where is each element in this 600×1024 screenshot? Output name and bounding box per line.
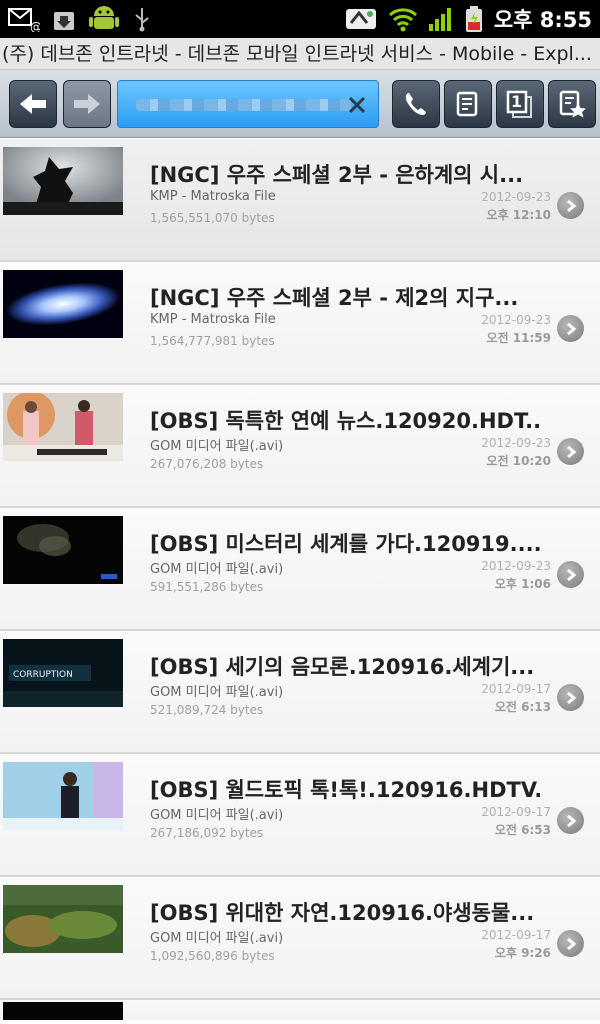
detail-button[interactable] (557, 192, 584, 219)
file-time: 오후 12:10 (486, 208, 551, 222)
forward-button[interactable] (63, 80, 111, 128)
detail-button[interactable] (557, 930, 584, 957)
file-time: 오전 6:53 (494, 823, 551, 837)
file-date: 2012-09-17 (481, 928, 551, 942)
file-time: 오전 6:13 (494, 700, 551, 714)
file-date: 2012-09-17 (481, 682, 551, 696)
chevron-right-icon (566, 322, 576, 335)
tabs-count: 1 (511, 92, 523, 111)
url-field[interactable] (117, 80, 379, 128)
file-time: 오전 11:59 (486, 331, 551, 345)
bookmark-star-icon (559, 90, 586, 118)
video-thumbnail (3, 270, 123, 338)
list-item[interactable]: [OBS] 위대한 자연.120916.야생동물... GOM 미디어 파일(.… (0, 877, 600, 1000)
file-time: 오전 10:20 (486, 454, 551, 468)
file-date: 2012-09-23 (481, 559, 551, 573)
wifi-icon (388, 8, 417, 32)
video-thumbnail (3, 516, 123, 584)
file-time: 오후 1:06 (494, 577, 551, 591)
file-type: KMP - Matroska File (150, 312, 276, 327)
page-title: (주) 데브존 인트라넷 - 데브존 모바일 인트라넷 서비스 - Mobile… (0, 38, 600, 70)
chevron-right-icon (566, 691, 576, 704)
video-thumbnail (3, 147, 123, 215)
notification-icons: @ (8, 4, 152, 34)
file-size: 267,186,092 bytes (150, 826, 264, 840)
video-thumbnail (3, 762, 123, 830)
android-icon (89, 6, 119, 29)
video-thumbnail (3, 393, 123, 461)
call-button[interactable] (392, 80, 440, 128)
file-name: [OBS] 월드토픽 톡!톡!.120916.HDTV.... (150, 778, 540, 802)
file-size: 591,551,286 bytes (150, 580, 264, 594)
file-name: [OBS] 독특한 연예 뉴스.120920.HDT... (150, 409, 540, 433)
phone-icon (405, 93, 426, 115)
chevron-right-icon (566, 445, 576, 458)
battery-icon (465, 6, 482, 32)
bookmarks-button[interactable] (548, 80, 596, 128)
file-date: 2012-09-23 (481, 190, 551, 204)
arrow-left-icon (20, 94, 46, 114)
close-icon (348, 96, 366, 114)
list-item[interactable]: [OBS] 미스터리 세계를 가다.120919.... GOM 미디어 파일(… (0, 508, 600, 631)
browser-toolbar: 1 (0, 70, 600, 138)
file-name: [NGC] 우주 스페셜 2부 - 제2의 지구... (150, 286, 519, 310)
url-redacted (136, 99, 351, 111)
system-icons: 오후 8:55 (344, 4, 592, 34)
detail-button[interactable] (557, 438, 584, 465)
video-thumbnail (3, 1002, 123, 1020)
svg-text:CORRUPTION: CORRUPTION (13, 670, 73, 680)
file-size: 521,089,724 bytes (150, 703, 264, 717)
file-date: 2012-09-23 (481, 313, 551, 327)
file-date: 2012-09-23 (481, 436, 551, 450)
file-date: 2012-09-17 (481, 805, 551, 819)
file-type: GOM 미디어 파일(.avi) (150, 439, 284, 454)
note-icon (456, 91, 478, 117)
list-item[interactable]: [OBS] 독특한 연예 뉴스.120920.HDT... GOM 미디어 파일… (0, 385, 600, 508)
detail-button[interactable] (557, 807, 584, 834)
file-type: GOM 미디어 파일(.avi) (150, 685, 284, 700)
clear-url-button[interactable] (342, 90, 372, 120)
tabs-button[interactable]: 1 (496, 80, 544, 128)
file-type: GOM 미디어 파일(.avi) (150, 931, 284, 946)
list-item[interactable]: [OBS] 월드토픽 톡!톡!.120916.HDTV.... GOM 미디어 … (0, 754, 600, 877)
email-icon: @ (8, 8, 40, 32)
detail-button[interactable] (557, 561, 584, 588)
chevron-right-icon (566, 937, 576, 950)
file-size: 1,565,551,070 bytes (150, 211, 275, 225)
list-item[interactable]: CORRUPTION [OBS] 세기의 음모론.120916.세계기... G… (0, 631, 600, 754)
file-time: 오후 9:26 (494, 946, 551, 960)
status-bar: @ (0, 0, 600, 38)
file-name: [OBS] 미스터리 세계를 가다.120919.... (150, 532, 540, 556)
signal-icon (428, 8, 451, 31)
file-name: [OBS] 세기의 음모론.120916.세계기... (150, 655, 535, 679)
file-name: [OBS] 위대한 자연.120916.야생동물... (150, 901, 535, 925)
file-size: 267,076,208 bytes (150, 457, 264, 471)
file-type: GOM 미디어 파일(.avi) (150, 562, 284, 577)
file-list: [NGC] 우주 스페셜 2부 - 은하계의 시... KMP - Matros… (0, 139, 600, 1020)
video-thumbnail (3, 885, 123, 953)
svg-text:@: @ (30, 20, 40, 32)
list-item[interactable]: [NGC] 우주 스페셜 2부 - 제2의 지구... KMP - Matros… (0, 262, 600, 385)
status-time: 오후 8:55 (493, 8, 592, 32)
file-name: [NGC] 우주 스페셜 2부 - 은하계의 시... (150, 163, 524, 187)
usb-icon (135, 8, 149, 32)
file-size: 1,564,777,981 bytes (150, 334, 275, 348)
file-type: GOM 미디어 파일(.avi) (150, 808, 284, 823)
file-type: KMP - Matroska File (150, 189, 276, 204)
wifi-direct-icon (345, 9, 376, 29)
chevron-right-icon (566, 568, 576, 581)
chevron-right-icon (566, 814, 576, 827)
memo-button[interactable] (444, 80, 492, 128)
back-button[interactable] (9, 80, 57, 128)
chevron-right-icon (566, 199, 576, 212)
file-size: 1,092,560,896 bytes (150, 949, 275, 963)
detail-button[interactable] (557, 684, 584, 711)
arrow-right-icon (74, 94, 100, 114)
download-icon (54, 12, 74, 30)
detail-button[interactable] (557, 315, 584, 342)
list-item[interactable] (0, 1000, 600, 1020)
video-thumbnail: CORRUPTION (3, 639, 123, 707)
list-item[interactable]: [NGC] 우주 스페셜 2부 - 은하계의 시... KMP - Matros… (0, 139, 600, 262)
